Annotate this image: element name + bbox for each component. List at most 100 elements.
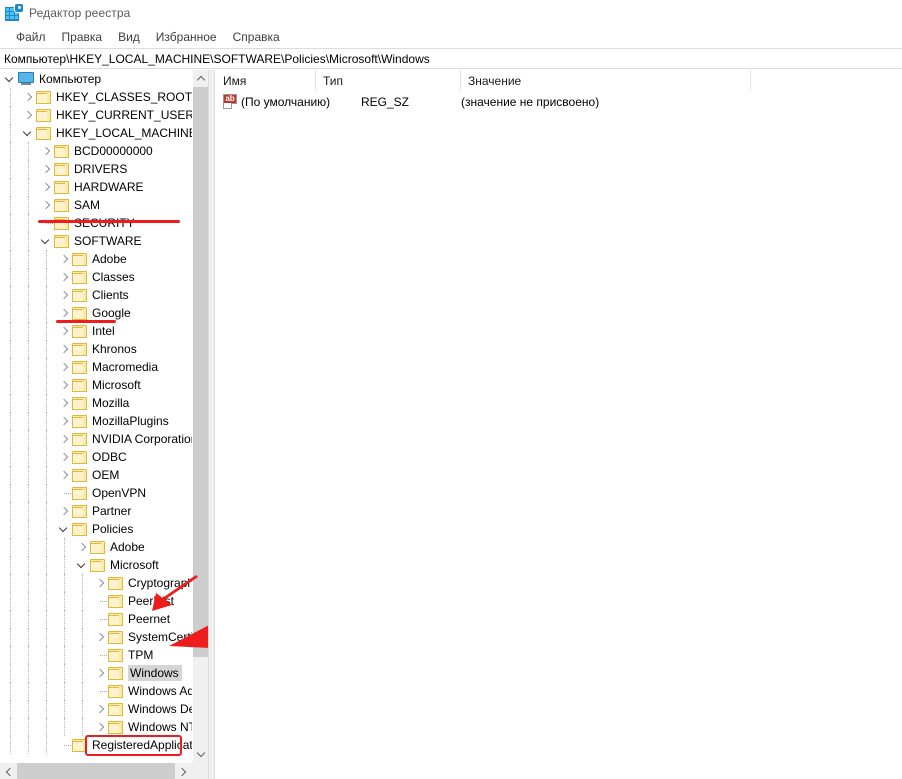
chevron-left-icon[interactable] xyxy=(0,763,17,779)
chevron-right-icon[interactable] xyxy=(74,538,90,556)
chevron-right-icon[interactable] xyxy=(56,358,72,376)
chevron-right-icon[interactable] xyxy=(20,88,36,106)
tree-item-label: Microsoft xyxy=(92,378,141,392)
tree-item-clients[interactable]: Clients xyxy=(0,286,192,304)
folder-icon xyxy=(72,378,87,392)
tree-guide-line xyxy=(28,340,29,358)
tree-item-tpm[interactable]: TPM xyxy=(0,646,192,664)
string-value-icon-label: ab xyxy=(224,94,236,103)
tree-item-registeredapplications[interactable]: RegisteredApplications xyxy=(0,736,192,754)
tree-item-oem[interactable]: OEM xyxy=(0,466,192,484)
chevron-right-icon[interactable] xyxy=(38,178,54,196)
tree-item-microsoft[interactable]: Microsoft xyxy=(0,376,192,394)
tree-horizontal-scrollbar[interactable] xyxy=(0,762,208,779)
tree-guide-line xyxy=(46,358,47,376)
chevron-right-icon[interactable] xyxy=(175,763,192,779)
tree-guide-line xyxy=(10,286,11,304)
tree-item-microsoft[interactable]: Microsoft xyxy=(0,556,192,574)
chevron-down-icon[interactable] xyxy=(74,556,90,574)
chevron-down-icon[interactable] xyxy=(56,520,72,538)
chevron-down-icon[interactable] xyxy=(38,232,54,250)
folder-icon xyxy=(108,720,123,734)
menu-item-file[interactable]: Файл xyxy=(8,28,54,46)
menu-item-edit[interactable]: Правка xyxy=(54,28,111,46)
chevron-right-icon[interactable] xyxy=(92,700,108,718)
chevron-right-icon[interactable] xyxy=(20,106,36,124)
chevron-right-icon[interactable] xyxy=(56,268,72,286)
chevron-down-icon[interactable] xyxy=(20,124,36,142)
chevron-right-icon[interactable] xyxy=(92,628,108,646)
chevron-right-icon[interactable] xyxy=(56,250,72,268)
tree-item-khronos[interactable]: Khronos xyxy=(0,340,192,358)
tree-item-openvpn[interactable]: OpenVPN xyxy=(0,484,192,502)
tree-item-bcd00000000[interactable]: BCD00000000 xyxy=(0,142,192,160)
chevron-right-icon[interactable] xyxy=(92,664,108,682)
tree-item-hkey-classes-root[interactable]: HKEY_CLASSES_ROOT xyxy=(0,88,192,106)
tree-item-windows[interactable]: Windows xyxy=(0,664,192,682)
tree-item-adobe[interactable]: Adobe xyxy=(0,538,192,556)
chevron-right-icon[interactable] xyxy=(56,412,72,430)
menu-item-favorites[interactable]: Избранное xyxy=(148,28,225,46)
annotation-underline-hklm xyxy=(38,220,180,223)
registry-tree[interactable]: Компьютер HKEY_CLASSES_ROOT HKEY_CURRENT_U… xyxy=(0,70,192,762)
tree-item-hkey-current-user[interactable]: HKEY_CURRENT_USER xyxy=(0,106,192,124)
tree-item-hkey-local-machine[interactable]: HKEY_LOCAL_MACHINE xyxy=(0,124,192,142)
address-bar[interactable]: Компьютер\HKEY_LOCAL_MACHINE\SOFTWARE\Po… xyxy=(0,48,902,69)
chevron-right-icon[interactable] xyxy=(56,448,72,466)
tree-item-odbc[interactable]: ODBC xyxy=(0,448,192,466)
tree-item-windows-nt[interactable]: Windows NT xyxy=(0,718,192,736)
chevron-right-icon[interactable] xyxy=(92,718,108,736)
column-header-name[interactable]: Имя xyxy=(216,70,316,91)
menu-item-help[interactable]: Справка xyxy=(225,28,288,46)
tree-guide-line xyxy=(46,448,47,466)
tree-item-label: Компьютер xyxy=(39,72,102,86)
tree-item-windows-defender[interactable]: Windows Defender xyxy=(0,700,192,718)
tree-item-systemcertificates[interactable]: SystemCertificates xyxy=(0,628,192,646)
chevron-right-icon[interactable] xyxy=(38,196,54,214)
tree-item-drivers[interactable]: DRIVERS xyxy=(0,160,192,178)
table-row[interactable]: ab (По умолчанию) REG_SZ (значение не пр… xyxy=(216,92,902,111)
tree-vertical-scrollbar[interactable] xyxy=(192,70,208,762)
folder-icon xyxy=(108,684,123,698)
tree-guide-line xyxy=(46,664,47,682)
tree-item-hardware[interactable]: HARDWARE xyxy=(0,178,192,196)
tree-item-policies[interactable]: Policies xyxy=(0,520,192,538)
tree-item-software[interactable]: SOFTWARE xyxy=(0,232,192,250)
chevron-right-icon[interactable] xyxy=(56,502,72,520)
tree-guide-line xyxy=(10,484,11,502)
chevron-right-icon[interactable] xyxy=(56,322,72,340)
tree-item-adobe[interactable]: Adobe xyxy=(0,250,192,268)
tree-item-sam[interactable]: SAM xyxy=(0,196,192,214)
tree-item-windows-advanced-threat-protection[interactable]: Windows Advanced Threat Protection xyxy=(0,682,192,700)
chevron-right-icon[interactable] xyxy=(38,142,54,160)
chevron-up-icon[interactable] xyxy=(193,70,208,87)
menu-item-view[interactable]: Вид xyxy=(110,28,148,46)
chevron-right-icon[interactable] xyxy=(92,574,108,592)
column-header-value[interactable]: Значение xyxy=(461,70,751,91)
tree-item-security[interactable]: SECURITY xyxy=(0,214,192,232)
tree-item-[interactable]: Компьютер xyxy=(0,70,192,88)
tree-item-macromedia[interactable]: Macromedia xyxy=(0,358,192,376)
chevron-down-icon[interactable] xyxy=(193,745,208,762)
chevron-right-icon[interactable] xyxy=(56,466,72,484)
chevron-down-icon[interactable] xyxy=(2,70,18,88)
folder-icon xyxy=(108,648,123,662)
panel-splitter[interactable] xyxy=(208,70,215,779)
tree-item-intel[interactable]: Intel xyxy=(0,322,192,340)
tree-guide-line xyxy=(28,232,29,250)
chevron-right-icon[interactable] xyxy=(56,286,72,304)
chevron-right-icon[interactable] xyxy=(56,376,72,394)
tree-item-classes[interactable]: Classes xyxy=(0,268,192,286)
tree-item-mozillaplugins[interactable]: MozillaPlugins xyxy=(0,412,192,430)
tree-item-mozilla[interactable]: Mozilla xyxy=(0,394,192,412)
tree-item-nvidia-corporation[interactable]: NVIDIA Corporation xyxy=(0,430,192,448)
chevron-right-icon[interactable] xyxy=(56,394,72,412)
chevron-right-icon[interactable] xyxy=(38,160,54,178)
chevron-right-icon[interactable] xyxy=(56,340,72,358)
column-header-type[interactable]: Тип xyxy=(316,70,461,91)
tree-vertical-scroll-thumb[interactable] xyxy=(193,87,208,657)
tree-guide-line xyxy=(28,646,29,664)
tree-item-label: HKEY_CLASSES_ROOT xyxy=(56,90,192,104)
chevron-right-icon[interactable] xyxy=(56,430,72,448)
tree-item-partner[interactable]: Partner xyxy=(0,502,192,520)
